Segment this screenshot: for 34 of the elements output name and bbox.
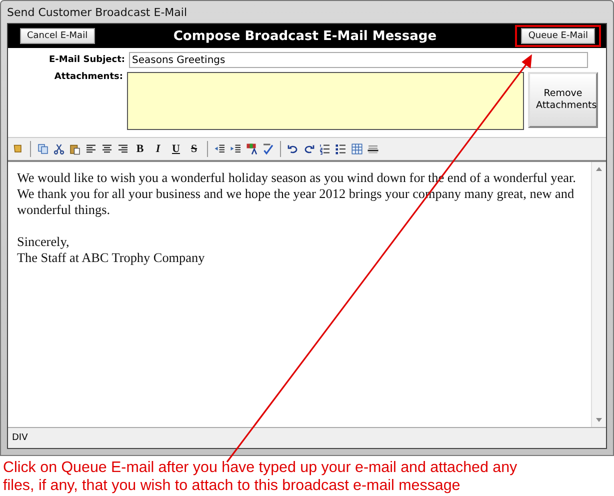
window-title: Send Customer Broadcast E-Mail [7,6,188,18]
status-text: DIV [12,433,28,443]
text-color-icon[interactable] [246,143,258,155]
remove-attachments-button[interactable]: Remove Attachments [528,72,598,128]
indent-icon[interactable] [230,143,242,155]
bullet-list-icon[interactable] [335,143,347,155]
scrollbar[interactable] [591,162,606,427]
cancel-button[interactable]: Cancel E-Mail [20,28,95,44]
scissors-icon[interactable] [53,143,65,155]
horizontal-rule-icon[interactable] [367,143,379,155]
table-icon[interactable] [351,143,363,155]
queue-button[interactable]: Queue E-Mail [521,28,595,44]
format-button[interactable]: B [133,143,147,155]
format-button[interactable]: U [169,143,183,155]
subject-label: E-Mail Subject: [48,54,126,65]
align-center-icon[interactable] [101,143,113,155]
message-text: The Staff at ABC Trophy Company [17,250,206,266]
undo-icon[interactable] [287,143,299,155]
spellcheck-icon[interactable] [262,143,274,155]
align-right-icon[interactable] [117,143,129,155]
redo-icon[interactable] [303,143,315,155]
outdent-icon[interactable] [214,143,226,155]
copy-icon[interactable] [37,143,49,155]
attachments-box[interactable] [126,72,524,130]
message-text: Sincerely, [17,234,70,250]
align-left-icon[interactable] [85,143,97,155]
header-title: Compose Broadcast E-Mail Message [173,28,437,44]
format-button[interactable]: S [187,143,201,155]
paste-icon[interactable] [69,143,81,155]
subject-field[interactable]: Seasons Greetings [129,52,588,68]
instruction-caption: Click on Queue E-mail after you have typed up your e-mail and attached any files, if any, that you wish to attach to this broadcast e-mail message [3,459,518,495]
attachments-label: Attachments: [53,72,124,82]
numbered-list-icon[interactable] [319,143,331,155]
format-button[interactable]: I [151,143,165,155]
